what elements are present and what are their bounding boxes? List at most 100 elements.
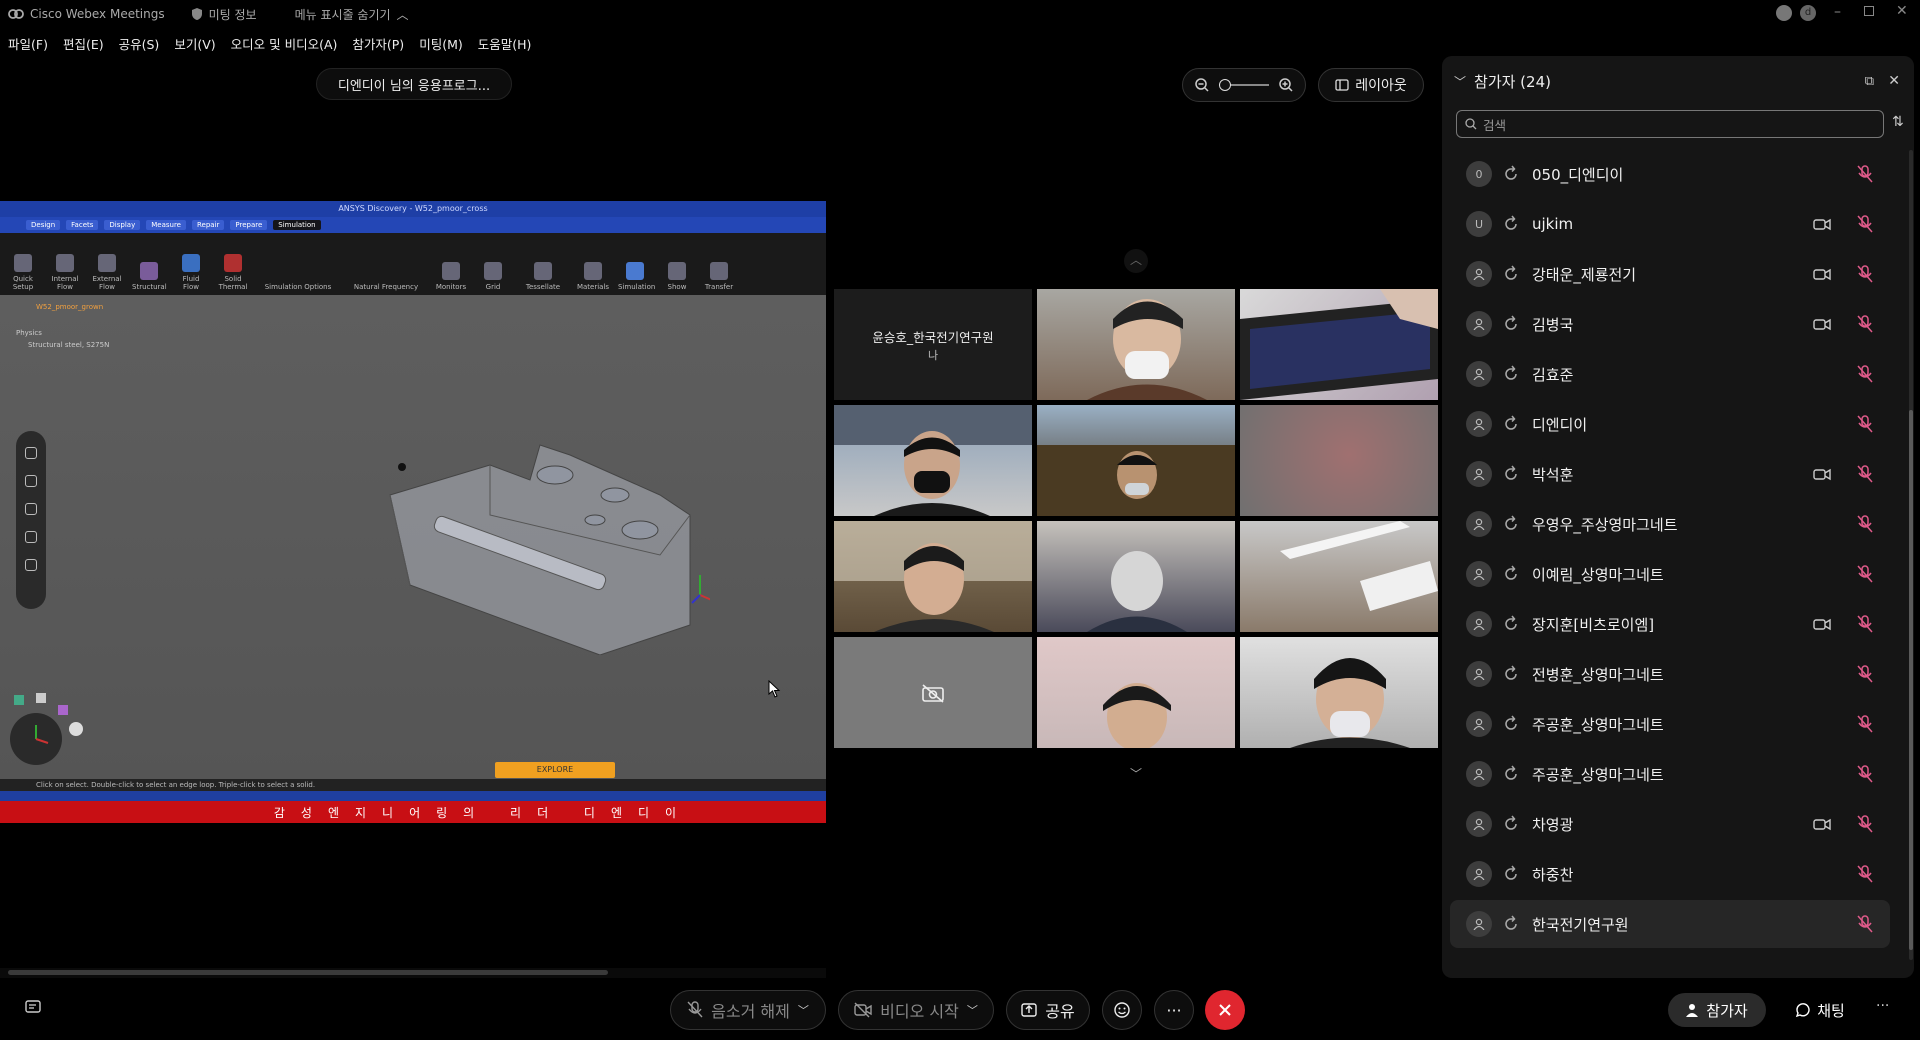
participants-button[interactable]: 참가자 <box>1668 993 1766 1027</box>
participant-row[interactable]: 강태운_제룡전기 <box>1450 250 1890 298</box>
video-tile[interactable] <box>1240 521 1438 632</box>
participant-row[interactable]: 디엔디이 <box>1450 400 1890 448</box>
ribbon-quick-setup[interactable]: Quick Setup <box>6 254 40 291</box>
video-tile[interactable] <box>1037 637 1235 748</box>
ribbon-monitors[interactable]: Monitors <box>434 262 468 291</box>
zoom-out-icon[interactable] <box>25 531 37 543</box>
mic-muted-icon[interactable] <box>1854 413 1876 435</box>
ribbon-solid-thermal[interactable]: Solid Thermal <box>216 254 250 291</box>
menu-participants[interactable]: 참가자(P) <box>352 34 404 53</box>
close-panel-icon[interactable]: ✕ <box>1888 73 1900 89</box>
ribbon-simulation[interactable]: Simulation <box>618 262 655 291</box>
meeting-info-button[interactable]: 미팅 정보 <box>191 6 257 23</box>
more-panels-button[interactable]: ··· <box>1876 998 1900 1022</box>
mic-muted-icon[interactable] <box>1854 563 1876 585</box>
fit-view-icon[interactable] <box>25 559 37 571</box>
chat-button[interactable]: 채팅 <box>1790 993 1850 1027</box>
network-icon[interactable] <box>1776 5 1792 21</box>
participant-row[interactable]: 주공훈_상영마그네트 <box>1450 750 1890 798</box>
mic-muted-icon[interactable] <box>1854 913 1876 935</box>
chevron-down-icon[interactable]: ﹀ <box>798 1002 809 1018</box>
ribbon-natural-frequency[interactable]: Natural Frequency <box>346 283 426 291</box>
pan-icon[interactable] <box>25 475 37 487</box>
self-video-tile[interactable]: 윤승호_한국전기연구원 나 <box>834 289 1032 400</box>
participant-scrollbar[interactable] <box>1909 150 1913 960</box>
reactions-button[interactable] <box>1102 990 1142 1030</box>
tree-item-model[interactable]: W52_pmoor_grown <box>6 301 109 313</box>
view-cube-widget[interactable] <box>6 685 90 769</box>
participant-row[interactable]: 주공훈_상영마그네트 <box>1450 700 1890 748</box>
participant-row[interactable]: 김효준 <box>1450 350 1890 398</box>
participant-row[interactable]: 김병국 <box>1450 300 1890 348</box>
ribbon-transfer[interactable]: Transfer <box>702 262 736 291</box>
ribbon-structural[interactable]: Structural <box>132 262 167 291</box>
video-tile[interactable] <box>834 405 1032 516</box>
3d-viewport[interactable]: W52_pmoor_grown Physics Structural steel… <box>0 295 826 779</box>
mic-muted-icon[interactable] <box>1854 863 1876 885</box>
mic-muted-icon[interactable] <box>1854 463 1876 485</box>
explore-bar[interactable]: EXPLORE <box>495 762 615 778</box>
tab-display[interactable]: Display <box>104 220 141 230</box>
menu-share[interactable]: 공유(S) <box>119 34 160 53</box>
participant-row[interactable]: Uujkim <box>1450 200 1890 248</box>
tab-measure[interactable]: Measure <box>146 220 186 230</box>
tree-item-physics[interactable]: Physics <box>6 327 109 339</box>
video-tile[interactable] <box>834 521 1032 632</box>
menu-file[interactable]: 파일(F) <box>8 34 48 53</box>
close-icon[interactable]: ✕ <box>1896 3 1908 19</box>
participant-row[interactable]: 박석훈 <box>1450 450 1890 498</box>
cad-model[interactable] <box>370 435 710 655</box>
video-tile[interactable] <box>1037 289 1235 400</box>
zoom-in-icon[interactable] <box>25 503 37 515</box>
pop-out-icon[interactable]: ⧉ <box>1865 74 1874 89</box>
start-video-button[interactable]: 비디오 시작 ﹀ <box>838 990 994 1030</box>
mic-muted-icon[interactable] <box>1854 313 1876 335</box>
mic-muted-icon[interactable] <box>1854 763 1876 785</box>
video-tile[interactable] <box>1240 637 1438 748</box>
more-options-button[interactable]: ··· <box>1154 990 1194 1030</box>
participant-row[interactable]: 차영광 <box>1450 800 1890 848</box>
unmute-button[interactable]: 음소거 해제 ﹀ <box>670 990 826 1030</box>
tab-simulation[interactable]: Simulation <box>273 220 321 230</box>
mic-muted-icon[interactable] <box>1854 513 1876 535</box>
ribbon-materials[interactable]: Materials <box>576 262 610 291</box>
sort-icon[interactable]: ⇅ <box>1892 114 1912 134</box>
participant-row[interactable]: 장지훈[비츠로이엠] <box>1450 600 1890 648</box>
mic-muted-icon[interactable] <box>1854 213 1876 235</box>
zoom-slider[interactable] <box>1218 79 1269 91</box>
minimize-icon[interactable]: – <box>1834 4 1841 20</box>
video-tile[interactable] <box>1037 405 1235 516</box>
video-tile[interactable] <box>1037 521 1235 632</box>
rotate-icon[interactable] <box>25 447 37 459</box>
tab-prepare[interactable]: Prepare <box>230 220 268 230</box>
mic-muted-icon[interactable] <box>1854 163 1876 185</box>
menu-edit[interactable]: 편집(E) <box>63 34 104 53</box>
layout-button[interactable]: 레이아웃 <box>1318 68 1424 102</box>
tab-facets[interactable]: Facets <box>66 220 99 230</box>
grid-scroll-down-button[interactable]: ﹀ <box>1124 763 1148 787</box>
ribbon-tessellate[interactable]: Tessellate <box>518 262 568 291</box>
ribbon-grid[interactable]: Grid <box>476 262 510 291</box>
video-tile[interactable] <box>1240 289 1438 400</box>
tree-item-material[interactable]: Structural steel, S275N <box>6 339 109 351</box>
menu-view[interactable]: 보기(V) <box>174 34 215 53</box>
shared-screen[interactable]: ANSYS Discovery - W52_pmoor_cross Design… <box>0 201 826 823</box>
menu-help[interactable]: 도움말(H) <box>478 34 532 53</box>
mic-muted-icon[interactable] <box>1854 363 1876 385</box>
participant-row[interactable]: 우영우_주상영마그네트 <box>1450 500 1890 548</box>
participant-row[interactable]: 이예림_상영마그네트 <box>1450 550 1890 598</box>
ribbon-internal-flow[interactable]: Internal Flow <box>48 254 82 291</box>
mic-muted-icon[interactable] <box>1854 813 1876 835</box>
chevron-down-icon[interactable]: ﹀ <box>967 1002 978 1018</box>
menu-meeting[interactable]: 미팅(M) <box>419 34 463 53</box>
menu-audio-video[interactable]: 오디오 및 비디오(A) <box>231 34 338 53</box>
zoom-in-icon[interactable] <box>1278 77 1294 93</box>
captions-icon[interactable] <box>24 998 48 1022</box>
maximize-icon[interactable] <box>1864 6 1874 16</box>
user-avatar[interactable]: d <box>1800 5 1816 21</box>
video-tile[interactable] <box>1240 405 1438 516</box>
mic-muted-icon[interactable] <box>1854 713 1876 735</box>
scrollbar-thumb[interactable] <box>1909 410 1913 950</box>
ribbon-simulation-options[interactable]: Simulation Options <box>258 283 338 291</box>
tab-repair[interactable]: Repair <box>191 220 225 230</box>
